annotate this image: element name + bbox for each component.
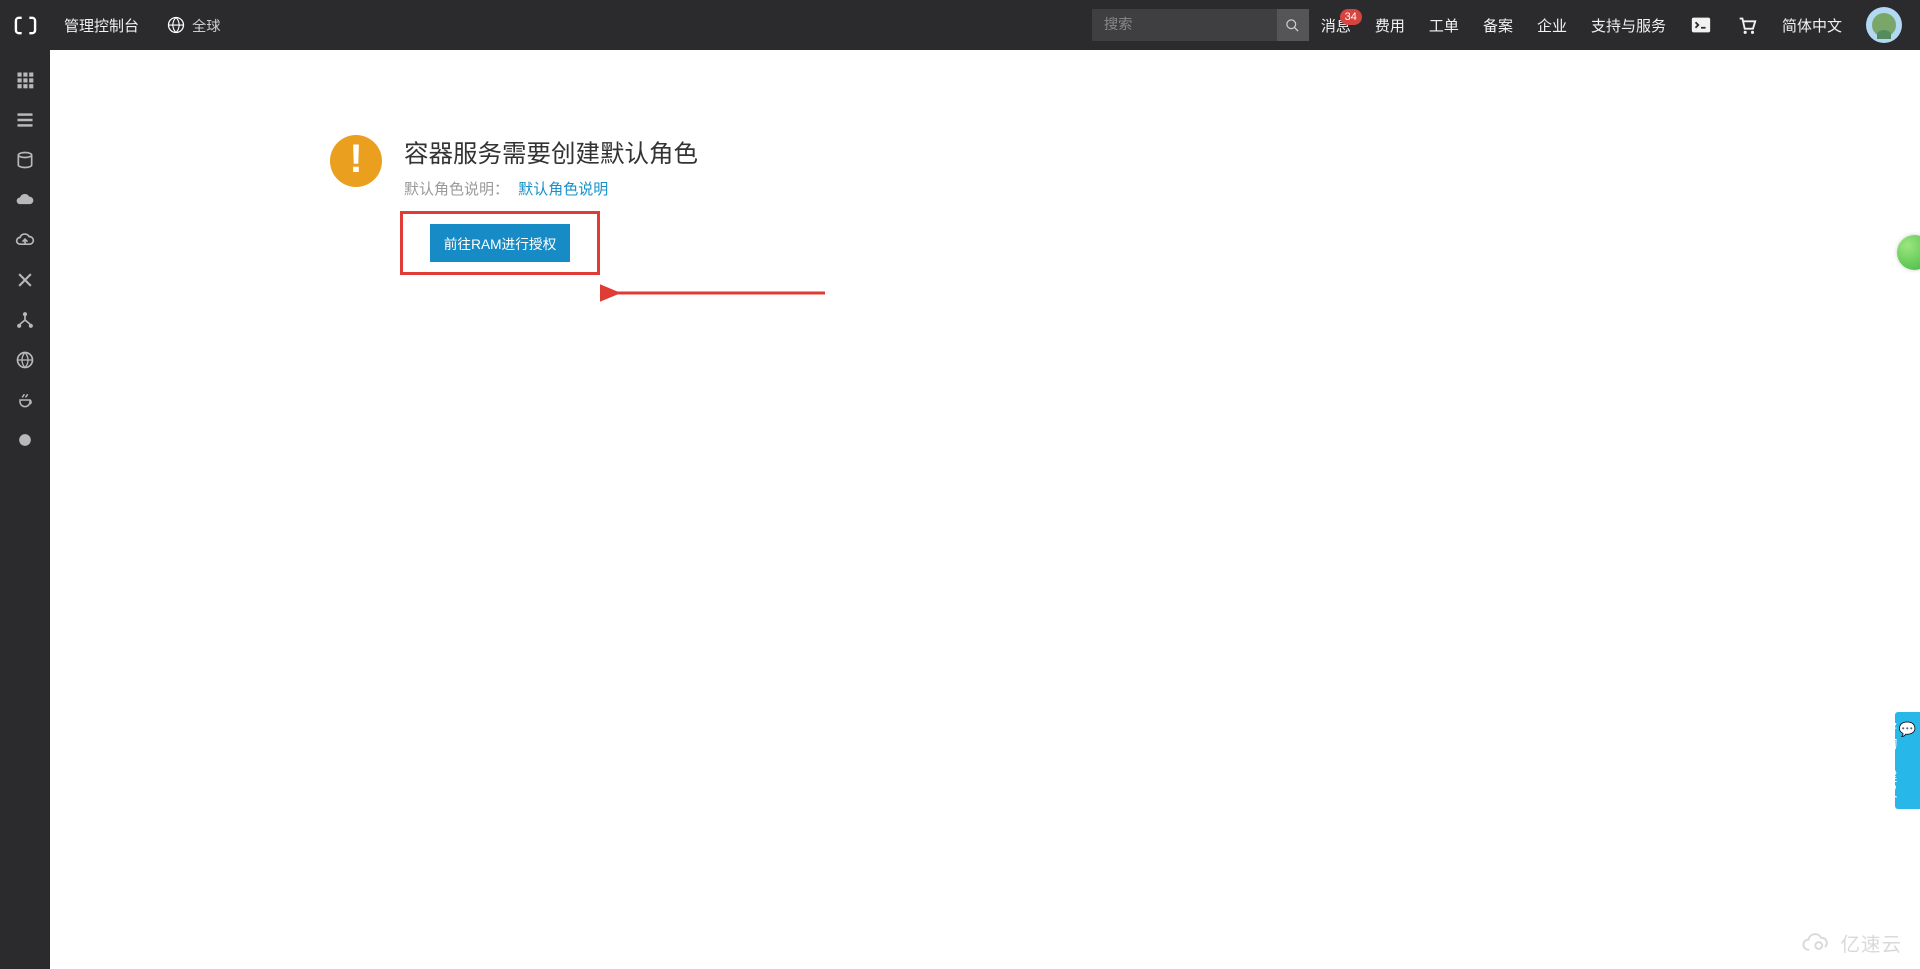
cross-icon — [15, 270, 35, 290]
watermark: 亿速云 — [1800, 928, 1902, 957]
nav-language[interactable]: 简体中文 — [1770, 0, 1854, 50]
search-button[interactable] — [1277, 9, 1309, 41]
annotation-arrow — [600, 278, 830, 308]
web-icon — [15, 350, 35, 370]
brand-logo[interactable] — [0, 0, 50, 50]
highlighted-action-box: 前往RAM进行授权 — [400, 211, 600, 275]
sidebar-dot[interactable] — [0, 420, 50, 460]
database-icon — [15, 150, 35, 170]
watermark-text: 亿速云 — [1840, 928, 1902, 957]
circle-icon — [15, 430, 35, 450]
nav-terminal[interactable] — [1678, 0, 1724, 50]
search-icon — [1285, 18, 1300, 33]
list-icon — [15, 110, 35, 130]
nav-support[interactable]: 支持与服务 — [1579, 0, 1678, 50]
bracket-logo-icon — [14, 14, 37, 37]
feedback-sidebar-button[interactable]: 咨询·建议 — [1895, 712, 1920, 809]
terminal-icon — [1690, 14, 1712, 36]
sidebar-teapot[interactable] — [0, 380, 50, 420]
globe-icon — [167, 16, 185, 34]
nav-enterprise[interactable]: 企业 — [1525, 0, 1579, 50]
nav-filing[interactable]: 备案 — [1471, 0, 1525, 50]
cloud-icon — [15, 190, 35, 210]
nav-tickets[interactable]: 工单 — [1417, 0, 1471, 50]
sidebar-web[interactable] — [0, 340, 50, 380]
nav-cart[interactable] — [1724, 0, 1770, 50]
notice-title: 容器服务需要创建默认角色 — [404, 135, 698, 170]
sidebar-cloud2[interactable] — [0, 220, 50, 260]
warning-icon: ! — [330, 135, 382, 187]
left-sidebar — [0, 50, 50, 969]
grid-icon — [15, 70, 35, 90]
goto-ram-auth-button[interactable]: 前往RAM进行授权 — [430, 224, 571, 262]
region-selector[interactable]: 全球 — [153, 0, 235, 50]
notice-subtitle: 默认角色说明： 默认角色说明 — [404, 178, 698, 199]
sidebar-tree[interactable] — [0, 300, 50, 340]
notice-text-group: 容器服务需要创建默认角色 默认角色说明： 默认角色说明 — [404, 135, 698, 199]
avatar-image — [1872, 13, 1896, 37]
tree-icon — [15, 310, 35, 330]
sidebar-apps[interactable] — [0, 60, 50, 100]
notice-row: ! 容器服务需要创建默认角色 默认角色说明： 默认角色说明 — [330, 135, 1065, 199]
topbar-left-group: 管理控制台 全球 — [0, 0, 235, 50]
sidebar-cross[interactable] — [0, 260, 50, 300]
region-label: 全球 — [192, 15, 221, 36]
nav-messages[interactable]: 消息 34 — [1309, 0, 1363, 50]
watermark-cloud-icon — [1800, 931, 1834, 955]
sidebar-cloud1[interactable] — [0, 180, 50, 220]
notice-sub-label: 默认角色说明： — [404, 181, 509, 198]
top-header: 管理控制台 全球 消息 34 费用 工单 备案 企业 支持与服务 简体中文 — [0, 0, 1920, 50]
notice-sub-link[interactable]: 默认角色说明 — [518, 181, 608, 198]
console-title-link[interactable]: 管理控制台 — [50, 15, 153, 36]
teapot-icon — [15, 390, 35, 410]
user-avatar[interactable] — [1866, 7, 1902, 43]
search-box — [1092, 9, 1309, 41]
messages-badge: 34 — [1340, 9, 1362, 25]
cloud-upload-icon — [15, 230, 35, 250]
sidebar-db[interactable] — [0, 140, 50, 180]
cart-icon — [1736, 14, 1758, 36]
sidebar-list[interactable] — [0, 100, 50, 140]
nav-fees[interactable]: 费用 — [1363, 0, 1417, 50]
main-content: ! 容器服务需要创建默认角色 默认角色说明： 默认角色说明 前往RAM进行授权 — [50, 50, 1920, 969]
search-input[interactable] — [1092, 9, 1277, 41]
notice-block: ! 容器服务需要创建默认角色 默认角色说明： 默认角色说明 前往RAM进行授权 — [330, 135, 1065, 275]
